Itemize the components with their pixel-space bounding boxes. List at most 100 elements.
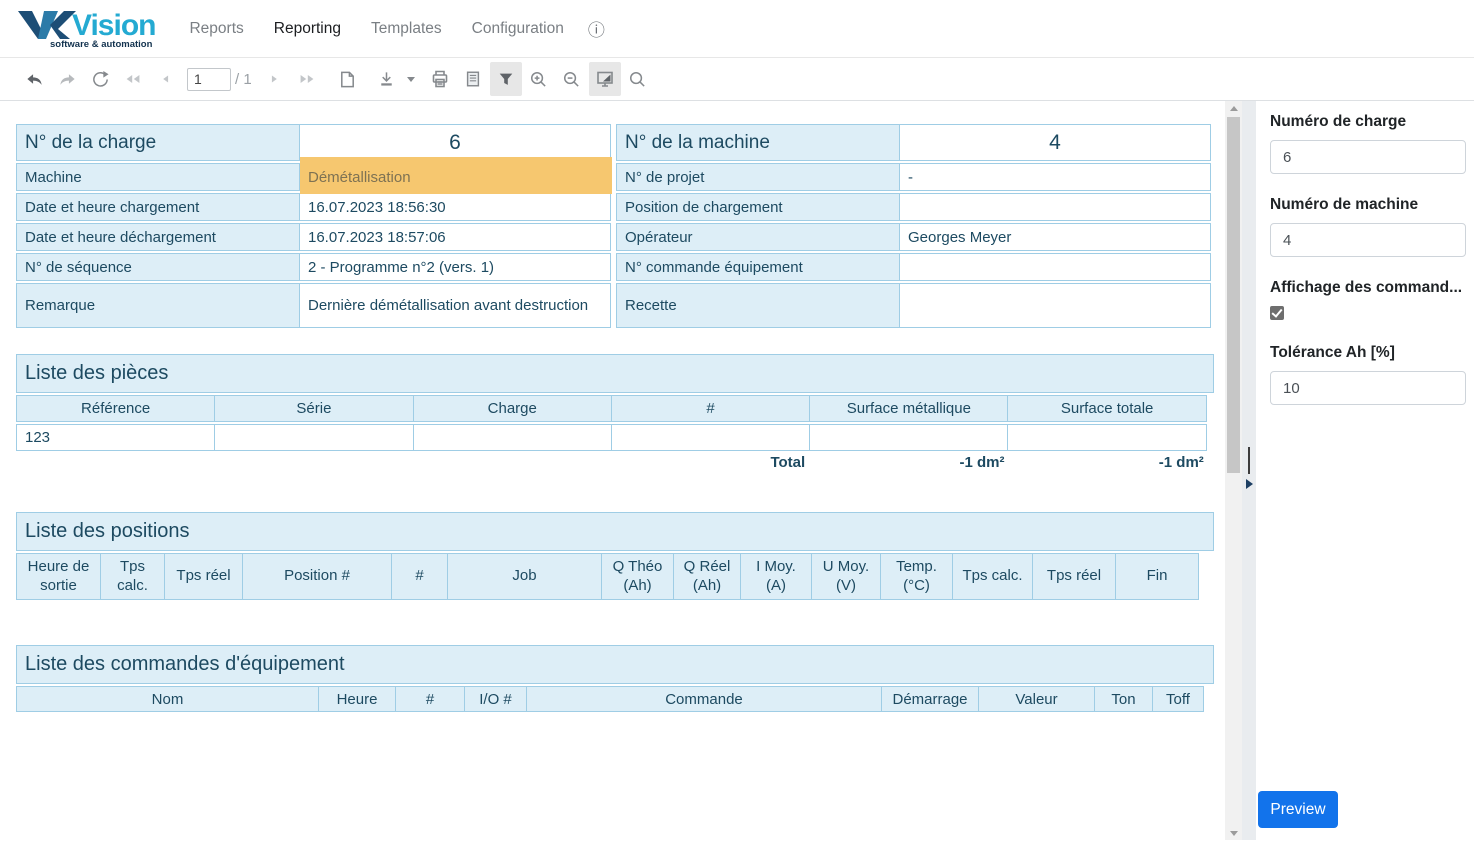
total-surface: -1 dm²	[1012, 454, 1211, 471]
scroll-up-arrow[interactable]	[1225, 101, 1242, 115]
pieces-header-row: Référence Série Charge # Surface métalli…	[16, 395, 1214, 422]
nav-reports[interactable]: Reports	[189, 20, 243, 38]
zoom-out-icon	[562, 70, 581, 89]
charge-param-input[interactable]	[1270, 140, 1466, 174]
prev-page-button[interactable]	[150, 62, 182, 96]
nav-configuration[interactable]: Configuration	[472, 20, 564, 38]
charge-number-value: 6	[299, 124, 611, 161]
scroll-down-arrow[interactable]	[1225, 826, 1242, 840]
prev-page-icon	[159, 72, 173, 86]
load-position-label: Position de chargement	[616, 193, 900, 221]
tolerance-param-input[interactable]	[1270, 371, 1466, 405]
operator-label: Opérateur	[616, 223, 900, 251]
search-button[interactable]	[622, 62, 654, 96]
back-button[interactable]	[18, 62, 50, 96]
vertical-scrollbar[interactable]	[1225, 101, 1242, 840]
operator-value: Georges Meyer	[899, 223, 1211, 251]
fit-page-button[interactable]	[589, 62, 621, 96]
download-icon	[377, 70, 396, 89]
recipe-value	[899, 283, 1211, 328]
zoom-out-button[interactable]	[556, 62, 588, 96]
fit-page-icon	[595, 69, 615, 89]
print-button[interactable]	[424, 62, 456, 96]
charge-info-table: N° de la charge 6 Machine Démétallisatio…	[16, 124, 614, 330]
report-canvas: N° de la charge 6 Machine Démétallisatio…	[0, 101, 1225, 840]
forward-button[interactable]	[51, 62, 83, 96]
print-icon	[430, 69, 450, 89]
commands-header-row: Nom Heure # I/O # Commande Démarrage Val…	[16, 686, 1214, 712]
document-view-button[interactable]	[457, 62, 489, 96]
info-icon[interactable]: ⓘ	[588, 16, 605, 41]
logo-tagline: software & automation	[50, 39, 155, 50]
commands-checkbox[interactable]	[1270, 306, 1284, 320]
equipment-order-value	[899, 253, 1211, 281]
panel-splitter[interactable]	[1242, 101, 1256, 840]
first-page-icon	[125, 71, 141, 87]
vkvision-logo[interactable]: Vision software & automation	[16, 7, 155, 50]
positions-header-row: Heure de sortie Tps calc. Tps réel Posit…	[16, 553, 1214, 600]
pieces-total-row: Total -1 dm² -1 dm²	[16, 454, 1214, 471]
forward-icon	[58, 70, 77, 89]
download-button[interactable]	[371, 62, 403, 96]
download-options-caret[interactable]	[404, 62, 418, 96]
nav-reporting[interactable]: Reporting	[274, 20, 341, 38]
zoom-in-icon	[529, 70, 548, 89]
pieces-data-row: 123	[16, 424, 1214, 451]
vk-logo-icon	[16, 7, 78, 41]
nav-templates[interactable]: Templates	[371, 20, 442, 38]
refresh-button[interactable]	[84, 62, 116, 96]
pieces-section: Liste des pièces Référence Série Charge …	[16, 354, 1214, 471]
total-metal-surface: -1 dm²	[813, 454, 1012, 471]
scroll-thumb[interactable]	[1227, 117, 1240, 473]
recipe-label: Recette	[616, 283, 900, 328]
project-value: -	[899, 163, 1211, 191]
positions-section: Liste des positions Heure de sortie Tps …	[16, 512, 1214, 602]
remark-label: Remarque	[16, 283, 300, 328]
equipment-order-label: N° commande équipement	[616, 253, 900, 281]
charge-param-label: Numéro de charge	[1270, 113, 1466, 131]
preview-button[interactable]: Preview	[1258, 791, 1338, 828]
commands-toggle-label: Affichage des command...	[1270, 279, 1466, 297]
positions-title: Liste des positions	[16, 512, 1214, 551]
report-toolbar: / 1	[0, 58, 1474, 101]
machine-info-table: N° de la machine 4 N° de projet - Positi…	[616, 124, 1214, 330]
project-label: N° de projet	[616, 163, 900, 191]
machine-label: Machine	[16, 163, 300, 191]
remark-value: Dernière démétallisation avant destructi…	[299, 283, 611, 328]
machine-param-label: Numéro de machine	[1270, 196, 1466, 214]
machine-number-value: 4	[899, 124, 1211, 161]
tolerance-param-label: Tolérance Ah [%]	[1270, 344, 1466, 362]
page-count-label: / 1	[235, 71, 252, 88]
unload-date-value: 16.07.2023 18:57:06	[299, 223, 611, 251]
sequence-value: 2 - Programme n°2 (vers. 1)	[299, 253, 611, 281]
main-nav: Reports Reporting Templates Configuratio…	[189, 20, 563, 38]
zoom-in-button[interactable]	[523, 62, 555, 96]
new-document-icon	[338, 70, 357, 89]
next-page-icon	[267, 72, 281, 86]
load-date-value: 16.07.2023 18:56:30	[299, 193, 611, 221]
page-number-input[interactable]	[187, 68, 231, 91]
document-view-icon	[464, 70, 482, 88]
last-page-button[interactable]	[291, 62, 323, 96]
charge-number-label: N° de la charge	[16, 124, 300, 161]
search-icon	[628, 70, 647, 89]
caret-down-icon	[406, 74, 416, 84]
sequence-label: N° de séquence	[16, 253, 300, 281]
back-icon	[25, 70, 44, 89]
commands-section: Liste des commandes d'équipement Nom Heu…	[16, 645, 1214, 714]
load-position-value	[899, 193, 1211, 221]
unload-date-label: Date et heure déchargement	[16, 223, 300, 251]
machine-param-input[interactable]	[1270, 223, 1466, 257]
load-date-label: Date et heure chargement	[16, 193, 300, 221]
first-page-button[interactable]	[117, 62, 149, 96]
new-document-button[interactable]	[332, 62, 364, 96]
splitter-collapse-icon[interactable]	[1246, 479, 1253, 489]
total-label: Total	[614, 454, 813, 471]
filter-button[interactable]	[490, 62, 522, 96]
next-page-button[interactable]	[258, 62, 290, 96]
machine-number-label: N° de la machine	[616, 124, 900, 161]
splitter-handle[interactable]	[1248, 447, 1250, 474]
logo-text: Vision	[72, 11, 155, 41]
last-page-icon	[299, 71, 315, 87]
refresh-icon	[91, 70, 110, 89]
